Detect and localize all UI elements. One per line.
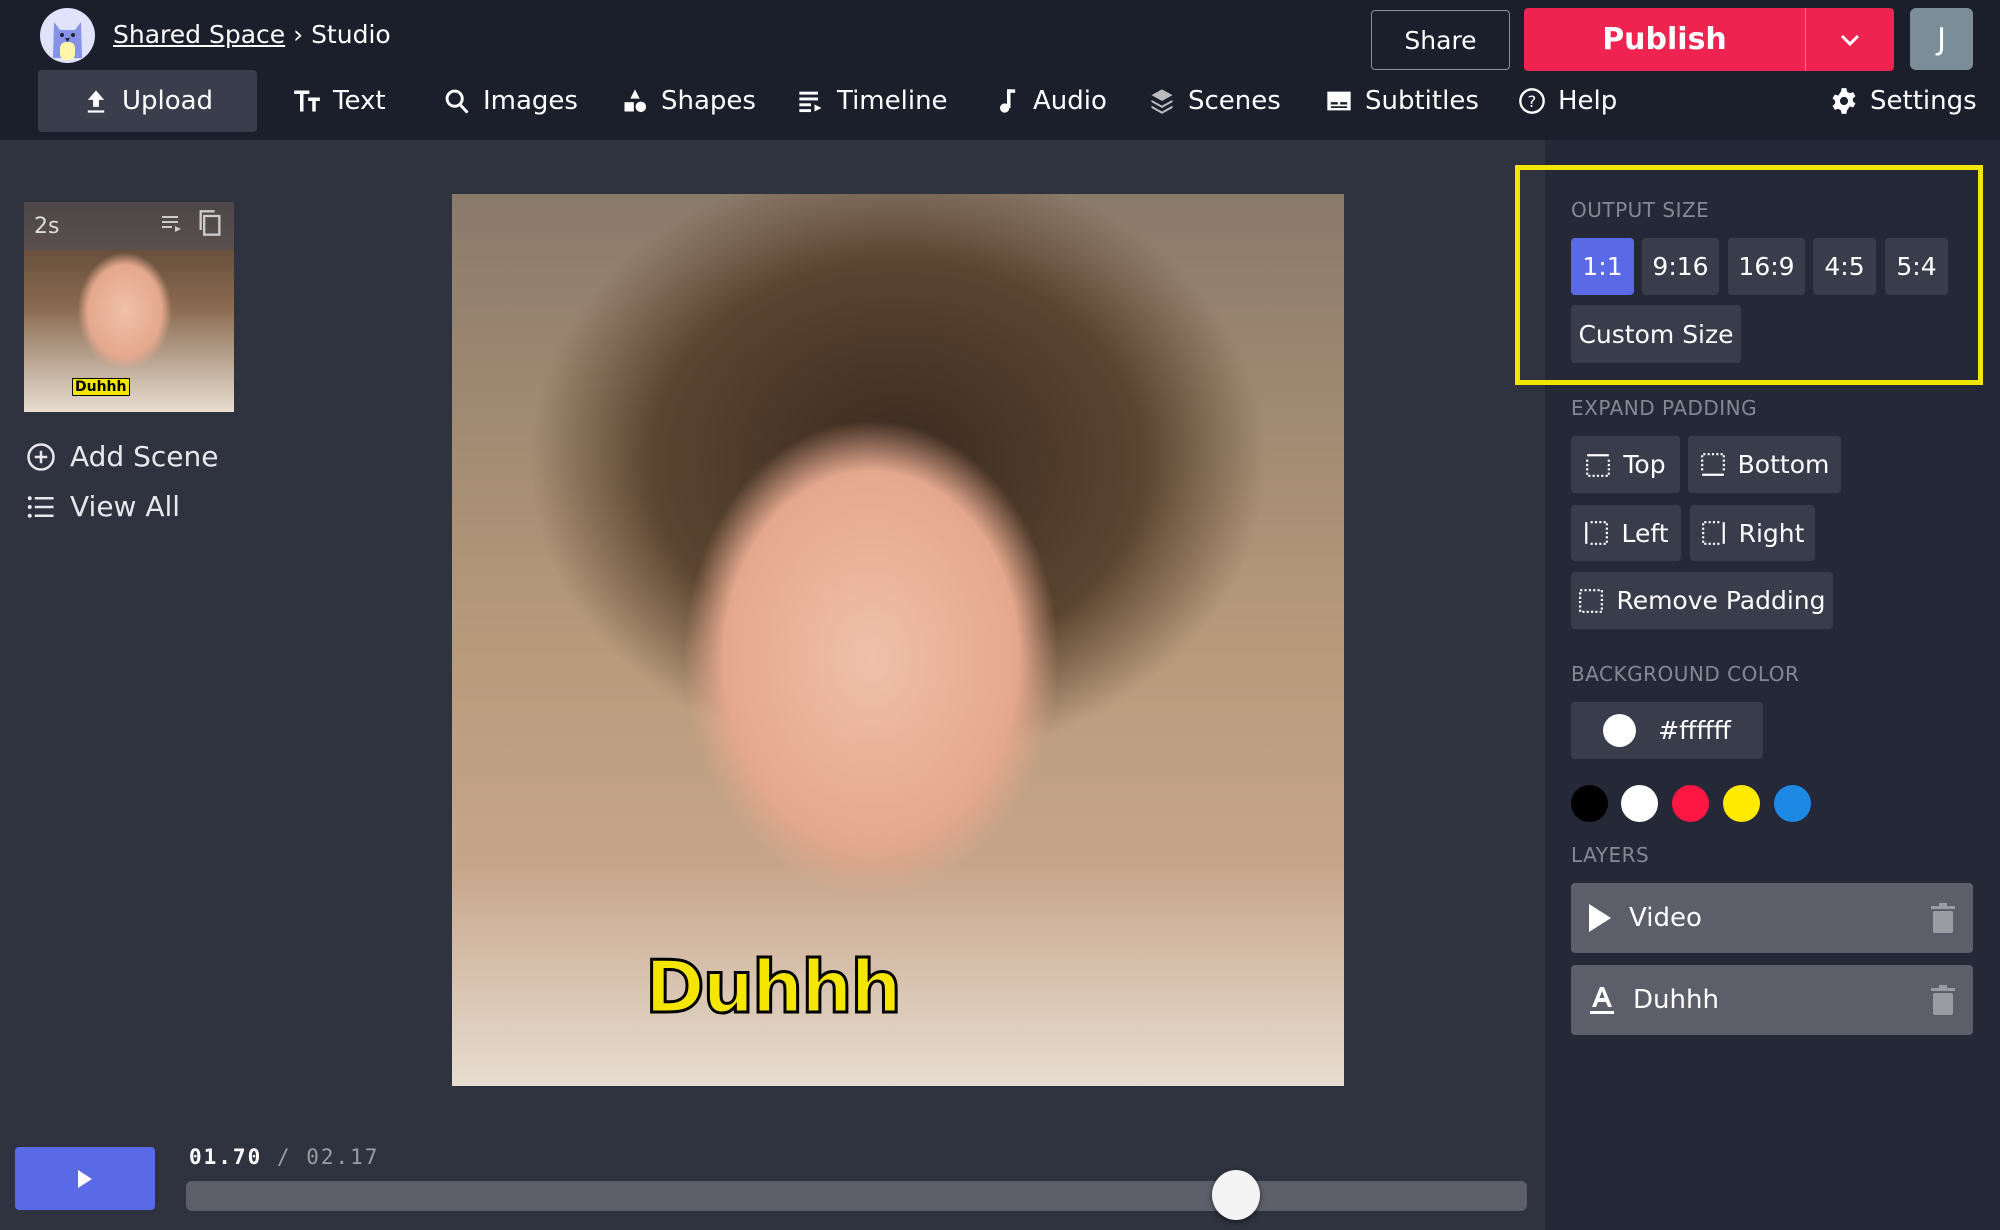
publish-button[interactable]: Publish: [1524, 8, 1805, 71]
svg-text:?: ?: [1528, 92, 1537, 111]
toolbar-scenes[interactable]: Scenes: [1148, 70, 1281, 132]
toolbar-help[interactable]: ? Help: [1518, 70, 1617, 132]
scene-duration: 2s: [34, 213, 60, 239]
toolbar-audio[interactable]: Audio: [993, 70, 1107, 132]
plus-circle-icon: [27, 442, 55, 471]
time-readout: 01.70 / 02.17: [189, 1145, 379, 1169]
expand-padding-label: EXPAND PADDING: [1571, 396, 1758, 420]
background-color-picker[interactable]: #ffffff: [1571, 702, 1763, 759]
pad-left-label: Left: [1621, 518, 1669, 548]
add-scene-label: Add Scene: [70, 440, 219, 473]
play-button[interactable]: [15, 1147, 155, 1210]
toolbar-timeline-label: Timeline: [837, 86, 948, 116]
layer-video-label: Video: [1629, 903, 1702, 933]
scene-timeline-icon[interactable]: [158, 211, 186, 241]
background-color-label: BACKGROUND COLOR: [1571, 662, 1800, 686]
seek-handle[interactable]: [1212, 1170, 1260, 1220]
shapes-icon: [624, 89, 647, 113]
pad-right-button[interactable]: Right: [1690, 505, 1815, 561]
play-icon: [78, 1169, 92, 1188]
pad-top-icon: [1586, 453, 1611, 477]
scene-thumbnail[interactable]: 2s Duhhh: [24, 202, 234, 412]
scene-thumbnail-caption: Duhhh: [72, 378, 130, 396]
scene-thumbnail-bar: 2s: [24, 202, 234, 250]
pad-right-label: Right: [1738, 518, 1805, 548]
background-color-value: #ffffff: [1658, 716, 1731, 745]
current-color-swatch: [1603, 714, 1637, 747]
toolbar-images-label: Images: [483, 86, 578, 116]
chevron-down-icon: [1840, 34, 1860, 46]
music-note-icon: [1000, 89, 1016, 113]
text-icon: [294, 90, 320, 112]
upload-icon: [87, 90, 105, 113]
help-icon: ?: [1519, 88, 1545, 114]
pad-left-icon: [1585, 521, 1609, 545]
breadcrumb-separator: ›: [293, 20, 304, 49]
toolbar-scenes-label: Scenes: [1188, 86, 1281, 116]
toolbar-audio-label: Audio: [1033, 86, 1107, 116]
toolbar-subtitles[interactable]: Subtitles: [1325, 70, 1479, 132]
breadcrumb-link-shared-space[interactable]: Shared Space: [113, 20, 285, 49]
toolbar-shapes[interactable]: Shapes: [621, 70, 756, 132]
current-time: 01.70: [189, 1145, 263, 1169]
toolbar-upload[interactable]: Upload: [38, 70, 257, 132]
swatch-white[interactable]: [1621, 785, 1658, 822]
layer-video[interactable]: Video: [1571, 883, 1973, 953]
layers-icon: [1151, 89, 1173, 114]
add-scene-button[interactable]: Add Scene: [26, 440, 218, 473]
search-icon: [445, 89, 469, 114]
pad-bottom-button[interactable]: Bottom: [1688, 436, 1841, 493]
pad-bottom-label: Bottom: [1737, 450, 1830, 479]
seek-bar[interactable]: [186, 1181, 1527, 1211]
breadcrumb: Shared Space › Studio: [113, 20, 391, 49]
layer-text-duhhh[interactable]: Duhhh: [1571, 965, 1973, 1035]
breadcrumb-current: Studio: [311, 20, 391, 49]
pad-top-label: Top: [1623, 450, 1666, 479]
trash-icon[interactable]: [1931, 985, 1955, 1015]
pad-left-button[interactable]: Left: [1571, 505, 1681, 561]
play-icon: [1589, 904, 1611, 932]
swatch-blue[interactable]: [1774, 785, 1811, 822]
highlight-annotation: [1515, 165, 1983, 385]
gear-icon: [1832, 88, 1856, 114]
workspace-logo[interactable]: [40, 8, 95, 63]
remove-padding-button[interactable]: Remove Padding: [1571, 572, 1833, 629]
subtitles-icon: [1327, 91, 1351, 111]
publish-options-button[interactable]: [1805, 8, 1894, 71]
time-separator: /: [276, 1145, 292, 1169]
toolbar-text-label: Text: [333, 86, 386, 116]
toolbar-images[interactable]: Images: [443, 70, 578, 132]
total-time: 02.17: [306, 1145, 380, 1169]
duplicate-icon[interactable]: [196, 209, 224, 243]
pad-bottom-icon: [1700, 452, 1725, 476]
timeline-icon: [799, 91, 822, 113]
view-all-label: View All: [70, 490, 181, 523]
toolbar-help-label: Help: [1558, 86, 1618, 116]
toolbar-settings[interactable]: Settings: [1830, 70, 1977, 132]
pad-right-icon: [1701, 521, 1725, 545]
toolbar-upload-label: Upload: [121, 86, 214, 116]
swatch-black[interactable]: [1571, 785, 1608, 822]
layer-text-label: Duhhh: [1633, 985, 1719, 1015]
publish-button-group: Publish: [1524, 8, 1894, 71]
share-button[interactable]: Share: [1371, 10, 1510, 70]
pad-top-button[interactable]: Top: [1571, 436, 1680, 493]
view-all-button[interactable]: View All: [26, 490, 180, 523]
toolbar-settings-label: Settings: [1870, 86, 1977, 116]
list-icon: [27, 495, 54, 518]
toolbar-shapes-label: Shapes: [661, 86, 756, 116]
canvas-text-caption[interactable]: Duhhh: [644, 944, 904, 1031]
swatch-red[interactable]: [1672, 785, 1709, 822]
swatch-yellow[interactable]: [1723, 785, 1760, 822]
layers-label: LAYERS: [1571, 843, 1650, 867]
toolbar-subtitles-label: Subtitles: [1365, 86, 1479, 116]
text-layer-icon: [1590, 987, 1614, 1014]
remove-padding-icon: [1579, 588, 1604, 613]
toolbar-timeline[interactable]: Timeline: [797, 70, 948, 132]
trash-icon[interactable]: [1931, 903, 1955, 933]
remove-padding-label: Remove Padding: [1616, 586, 1826, 615]
toolbar-text[interactable]: Text: [293, 70, 386, 132]
user-avatar[interactable]: J: [1910, 8, 1973, 70]
